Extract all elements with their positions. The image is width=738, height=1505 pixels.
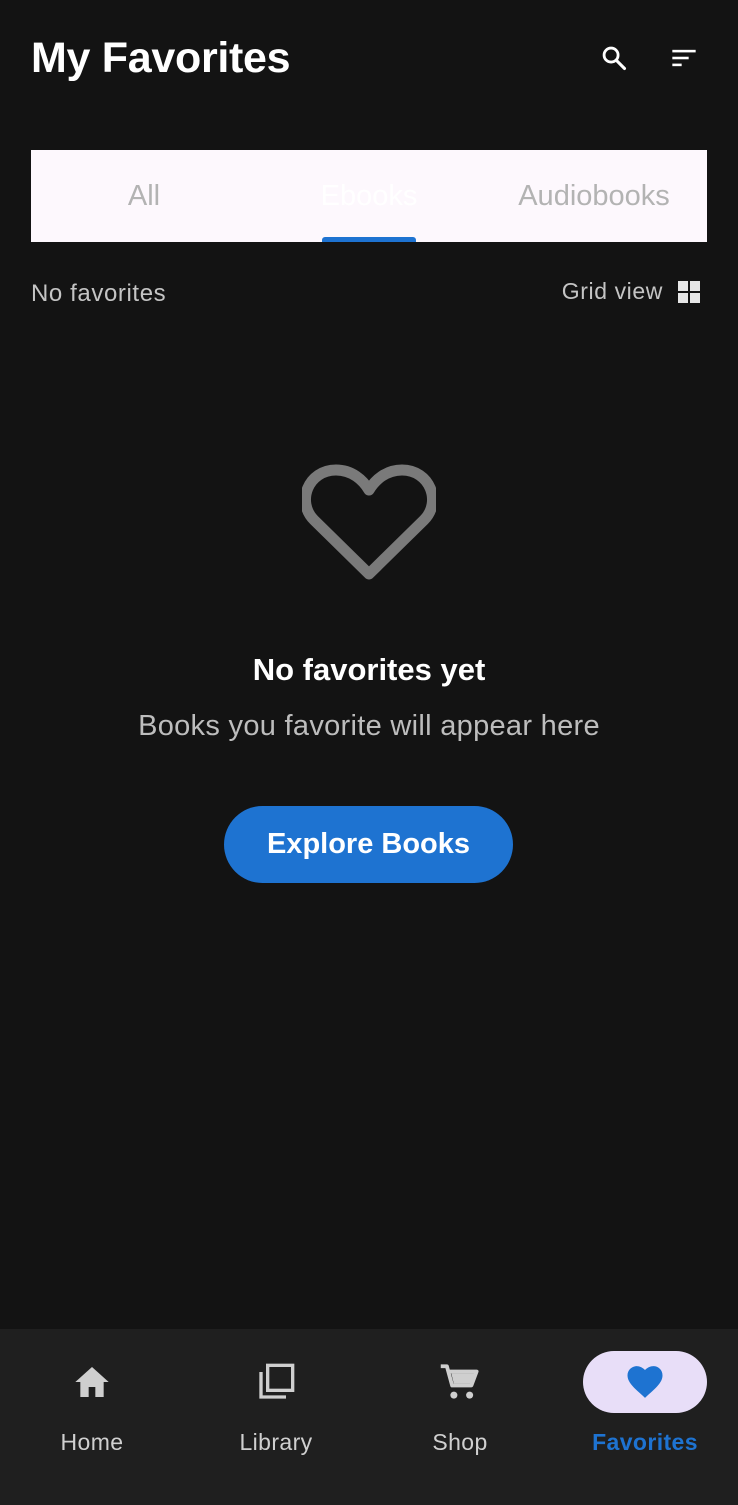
grid-view-icon	[678, 280, 700, 303]
nav-item-home[interactable]: Home	[0, 1329, 184, 1505]
heart-icon	[627, 1366, 663, 1398]
nav-item-library[interactable]: Library	[184, 1329, 368, 1505]
tab-ebooks[interactable]: Ebooks	[257, 150, 481, 242]
content-type-tabs: All Ebooks Audiobooks	[31, 150, 707, 242]
empty-state-title: No favorites yet	[252, 652, 486, 687]
nav-item-favorites[interactable]: Favorites	[553, 1329, 737, 1505]
bottom-navigation: Home Library Shop Favorites	[0, 1329, 738, 1505]
nav-label-home: Home	[60, 1429, 124, 1455]
library-icon	[259, 1363, 295, 1399]
search-button[interactable]	[596, 40, 632, 76]
top-app-bar: My Favorites	[0, 0, 738, 120]
tab-indicator	[322, 237, 416, 242]
empty-state: No favorites yet Books you favorite will…	[0, 460, 738, 743]
home-icon	[75, 1367, 109, 1397]
sort-button[interactable]	[666, 40, 702, 76]
list-toolbar: No favorites Grid view	[31, 270, 707, 318]
grid-view-toggle[interactable]: Grid view	[562, 278, 701, 305]
page-title: My Favorites	[31, 34, 291, 82]
tab-all[interactable]: All	[31, 150, 257, 242]
heart-outline-icon	[302, 464, 436, 580]
favorites-count-label: No favorites	[31, 280, 167, 307]
view-toggle-label: Grid view	[561, 278, 663, 304]
nav-label-library: Library	[239, 1429, 313, 1455]
explore-books-button[interactable]: Explore Books	[224, 806, 513, 883]
cart-icon	[440, 1364, 479, 1399]
nav-item-shop[interactable]: Shop	[368, 1329, 552, 1505]
search-icon	[602, 46, 627, 71]
empty-state-subtitle: Books you favorite will appear here	[138, 710, 600, 742]
nav-label-shop: Shop	[432, 1429, 488, 1455]
tab-audiobooks[interactable]: Audiobooks	[481, 150, 707, 242]
sort-icon	[672, 49, 696, 67]
nav-label-favorites: Favorites	[592, 1429, 698, 1455]
